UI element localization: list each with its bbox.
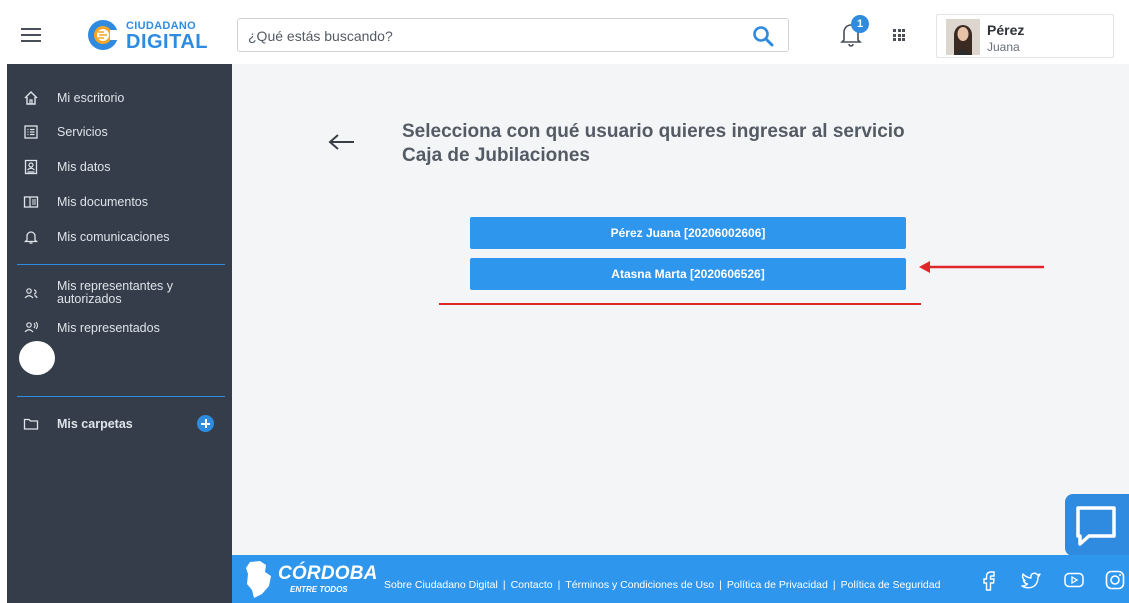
- footer-logo-sub: ENTRE TODOS: [290, 585, 348, 594]
- sidebar-item-label: Mi escritorio: [57, 91, 125, 105]
- back-arrow-icon[interactable]: [328, 132, 356, 152]
- select-user-button[interactable]: Atasna Marta [2020606526]: [470, 258, 906, 290]
- ciudadano-digital-logo[interactable]: CIUDADANO DIGITAL: [86, 18, 209, 53]
- menu-icon[interactable]: [21, 28, 41, 42]
- apps-grid-icon[interactable]: [893, 29, 905, 41]
- page-title-line1: Selecciona con qué usuario quieres ingre…: [402, 121, 905, 142]
- user-menu[interactable]: Pérez Juana: [936, 14, 1114, 58]
- folder-icon: [23, 418, 39, 430]
- sidebar-item-mis-comunicaciones[interactable]: Mis comunicaciones: [7, 223, 232, 251]
- user-first-name: Juana: [987, 40, 1020, 54]
- chat-bubble-icon: [1076, 506, 1116, 546]
- sidebar-item-label: Mis datos: [57, 160, 111, 174]
- sidebar-item-label: Mis representados: [57, 321, 160, 335]
- footer-link-terminos[interactable]: Términos y Condiciones de Uso: [565, 579, 714, 591]
- footer-link-privacidad[interactable]: Política de Privacidad: [727, 579, 828, 591]
- add-folder-icon[interactable]: [197, 415, 214, 432]
- sidebar-item-label: Servicios: [57, 125, 108, 139]
- footer-link-sobre[interactable]: Sobre Ciudadano Digital: [384, 579, 498, 591]
- footer: CÓRDOBA ENTRE TODOS Sobre Ciudadano Digi…: [232, 555, 1129, 603]
- search-input[interactable]: [248, 26, 728, 46]
- footer-links: Sobre Ciudadano Digital | Contacto | Término…: [384, 579, 941, 591]
- sidebar-item-mis-documentos[interactable]: Mis documentos: [7, 188, 232, 216]
- search-icon[interactable]: [752, 25, 774, 47]
- search-box: [237, 18, 789, 52]
- sidebar-item-mis-representantes[interactable]: Mis representantes y autorizados: [7, 276, 232, 310]
- id-card-icon: [24, 159, 38, 175]
- sidebar-item-label-line1: Mis representantes y: [57, 279, 174, 293]
- sidebar-item-label-line2: autorizados: [57, 292, 122, 306]
- sidebar-item-label: Mis representantes y autorizados: [57, 280, 173, 306]
- notification-count-badge: 1: [851, 15, 869, 33]
- footer-link-contacto[interactable]: Contacto: [511, 579, 553, 591]
- representatives-icon: [24, 288, 38, 299]
- sidebar-item-mis-datos[interactable]: Mis datos: [7, 153, 232, 181]
- user-last-name: Pérez: [987, 22, 1025, 38]
- redacted-blob: [19, 341, 55, 375]
- chat-button[interactable]: [1065, 494, 1129, 556]
- sidebar-item-mis-representados[interactable]: Mis representados: [7, 314, 232, 342]
- annotation-arrow-icon: [919, 261, 1044, 273]
- logo-bottom-text: DIGITAL: [126, 31, 209, 53]
- sidebar-divider: [17, 264, 225, 265]
- footer-logo-main: CÓRDOBA: [278, 563, 378, 584]
- avatar: [946, 19, 980, 55]
- footer-link-seguridad[interactable]: Política de Seguridad: [841, 579, 941, 591]
- home-icon: [24, 91, 38, 105]
- represented-icon: [24, 321, 39, 333]
- services-list-icon: [24, 125, 38, 139]
- sidebar-divider: [17, 396, 225, 397]
- sidebar-item-label: Mis comunicaciones: [57, 230, 170, 244]
- facebook-icon[interactable]: [978, 569, 1000, 591]
- select-user-button[interactable]: Pérez Juana [20206002606]: [470, 217, 906, 249]
- top-header: CIUDADANO DIGITAL 1 Pérez Juana: [0, 0, 1129, 64]
- logo-emblem-icon: [88, 20, 122, 50]
- sidebar-item-label: Mis documentos: [57, 195, 149, 209]
- cordoba-logo[interactable]: CÓRDOBA ENTRE TODOS: [244, 560, 377, 600]
- documents-icon: [23, 196, 39, 208]
- youtube-icon[interactable]: [1063, 569, 1085, 591]
- sidebar: Mi escritorio Servicios Mis datos Mis do…: [7, 64, 232, 603]
- annotation-underline: [439, 303, 921, 305]
- page-title: Selecciona con qué usuario quieres ingre…: [402, 120, 1002, 168]
- main-content: Selecciona con qué usuario quieres ingre…: [232, 64, 1129, 556]
- bell-icon: [23, 231, 39, 244]
- page-title-line2: Caja de Jubilaciones: [402, 145, 590, 166]
- twitter-icon[interactable]: [1020, 569, 1042, 591]
- sidebar-item-label: Mis carpetas: [57, 417, 133, 431]
- instagram-icon[interactable]: [1104, 569, 1126, 591]
- sidebar-item-mi-escritorio[interactable]: Mi escritorio: [7, 84, 232, 112]
- sidebar-item-servicios[interactable]: Servicios: [7, 118, 232, 146]
- province-map-icon: [246, 561, 271, 598]
